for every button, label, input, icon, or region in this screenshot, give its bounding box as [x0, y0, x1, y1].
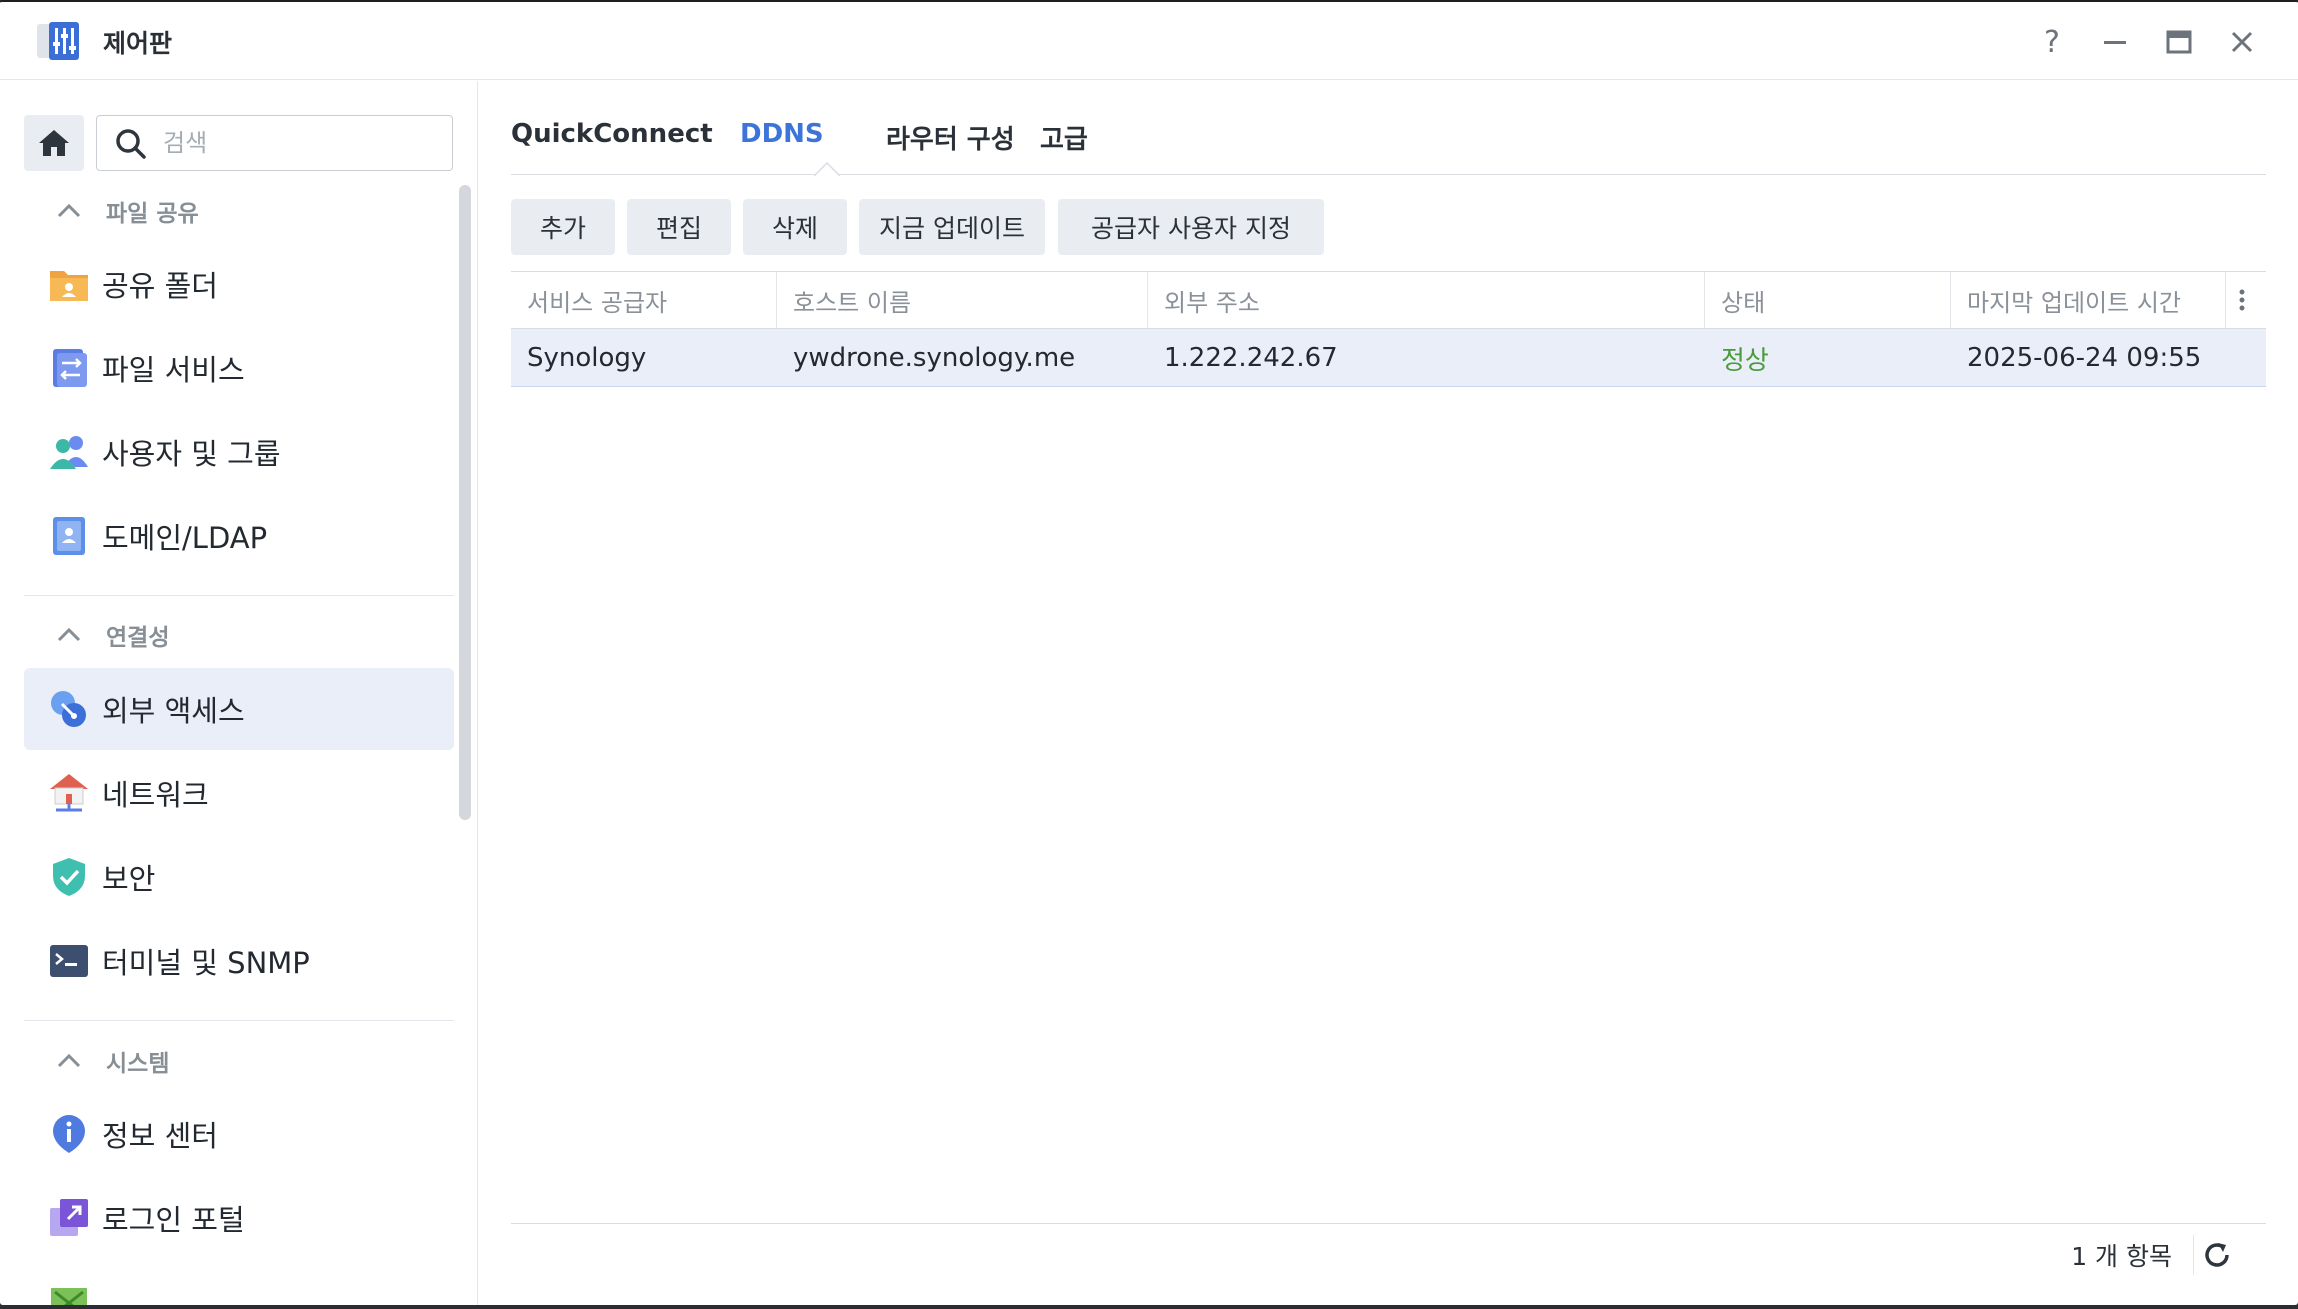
- item-count: 1 개 항목: [2071, 1242, 2172, 1271]
- sidebar-scrollbar[interactable]: [459, 185, 471, 820]
- add-button[interactable]: 추가: [511, 199, 615, 255]
- network-icon: [48, 772, 90, 814]
- control-panel-window: 제어판 ? 파일 공유: [0, 0, 2298, 1305]
- sidebar-item-login-portal[interactable]: 로그인 포털: [24, 1177, 454, 1259]
- sidebar-item-label: 사용자 및 그룹: [102, 437, 281, 471]
- help-icon[interactable]: ?: [2032, 22, 2072, 62]
- login-portal-icon: [48, 1197, 90, 1239]
- sidebar-item-security[interactable]: 보안: [24, 836, 454, 918]
- update-now-button[interactable]: 지금 업데이트: [859, 199, 1045, 255]
- control-panel-app-icon: [37, 22, 79, 60]
- column-header-external-address[interactable]: 외부 주소: [1148, 272, 1705, 328]
- column-options-icon[interactable]: [2226, 272, 2266, 328]
- file-services-icon: [48, 347, 90, 389]
- table-row[interactable]: Synology ywdrone.synology.me 1.222.242.6…: [511, 329, 2266, 387]
- cell-provider: Synology: [527, 343, 647, 373]
- refresh-icon: [2205, 1243, 2229, 1267]
- footer-divider: [511, 1223, 2266, 1224]
- section-connectivity[interactable]: 연결성: [56, 618, 169, 652]
- chevron-up-icon: [57, 627, 81, 642]
- maximize-icon[interactable]: [2159, 22, 2199, 62]
- sidebar-item-label: 네트워크: [102, 778, 209, 812]
- tab-quickconnect[interactable]: QuickConnect: [511, 119, 713, 149]
- cell-status: 정상: [1721, 345, 1769, 376]
- cell-hostname: ywdrone.synology.me: [793, 343, 1076, 373]
- sidebar-divider: [24, 1020, 454, 1021]
- section-title: 시스템: [106, 1051, 170, 1077]
- tab-advanced[interactable]: 고급: [1040, 119, 1088, 156]
- sidebar-item-file-services[interactable]: 파일 서비스: [24, 327, 454, 409]
- terminal-icon: [48, 940, 90, 982]
- window-title: 제어판: [103, 29, 173, 58]
- tab-ddns[interactable]: DDNS: [740, 119, 824, 149]
- sidebar-item-network[interactable]: 네트워크: [24, 752, 454, 834]
- sidebar-item-external-access[interactable]: 외부 액세스: [24, 668, 454, 750]
- customize-provider-button[interactable]: 공급자 사용자 지정: [1058, 199, 1324, 255]
- sidebar-item-shared-folder[interactable]: 공유 폴더: [24, 243, 454, 325]
- edit-button[interactable]: 편집: [627, 199, 731, 255]
- sidebar: 파일 공유 공유 폴더 파일 서비스 사용자 및 그룹 도메인/LDAP: [0, 81, 478, 1305]
- column-header-hostname[interactable]: 호스트 이름: [777, 272, 1148, 328]
- refresh-button[interactable]: [2195, 1233, 2239, 1277]
- home-button[interactable]: [24, 115, 84, 171]
- domain-ldap-icon: [48, 515, 90, 557]
- search-icon: [116, 129, 146, 159]
- cell-last-updated: 2025-06-24 09:55: [1967, 343, 2202, 373]
- sidebar-divider: [24, 595, 454, 596]
- sidebar-item-label: 터미널 및 SNMP: [102, 946, 310, 980]
- shared-folder-icon: [48, 263, 90, 305]
- main-panel: QuickConnect DDNS 라우터 구성 고급 추가 편집 삭제 지금 …: [479, 81, 2298, 1305]
- sidebar-item-terminal-snmp[interactable]: 터미널 및 SNMP: [24, 920, 454, 1002]
- sidebar-item-label: 로그인 포털: [102, 1203, 245, 1237]
- cell-external-address: 1.222.242.67: [1164, 343, 1338, 373]
- external-access-icon: [48, 688, 90, 730]
- search-field[interactable]: [96, 115, 453, 171]
- sidebar-item-label: 파일 서비스: [102, 353, 245, 387]
- footer-separator: [2193, 1235, 2194, 1275]
- sidebar-item-users-groups[interactable]: 사용자 및 그룹: [24, 411, 454, 493]
- security-shield-icon: [48, 856, 90, 898]
- close-icon[interactable]: [2222, 22, 2262, 62]
- sidebar-item-partial[interactable]: [24, 1261, 454, 1305]
- sidebar-item-label: 보안: [102, 862, 156, 896]
- minimize-icon[interactable]: [2095, 22, 2135, 62]
- sidebar-item-label: 공유 폴더: [102, 269, 218, 303]
- delete-button[interactable]: 삭제: [743, 199, 847, 255]
- table-header: 서비스 공급자 호스트 이름 외부 주소 상태 마지막 업데이트 시간: [511, 271, 2266, 329]
- sidebar-item-label: 정보 센터: [102, 1119, 218, 1153]
- sidebar-item-label: 외부 액세스: [102, 694, 245, 728]
- section-title: 파일 공유: [106, 201, 199, 227]
- title-bar: 제어판 ?: [0, 2, 2298, 80]
- chevron-up-icon: [57, 1053, 81, 1068]
- tab-bar: QuickConnect DDNS 라우터 구성 고급: [511, 81, 2266, 176]
- column-header-last-updated[interactable]: 마지막 업데이트 시간: [1951, 272, 2226, 328]
- users-groups-icon: [48, 431, 90, 473]
- sidebar-item-label: 도메인/LDAP: [102, 521, 268, 555]
- info-center-icon: [48, 1113, 90, 1155]
- chevron-up-icon: [57, 203, 81, 218]
- active-tab-indicator: [814, 162, 840, 176]
- section-title: 연결성: [106, 625, 170, 651]
- tab-router-config[interactable]: 라우터 구성: [886, 119, 1015, 156]
- regional-options-icon: [48, 1281, 90, 1305]
- sidebar-item-info-center[interactable]: 정보 센터: [24, 1093, 454, 1175]
- home-icon: [39, 130, 69, 156]
- sidebar-item-domain-ldap[interactable]: 도메인/LDAP: [24, 495, 454, 577]
- search-input[interactable]: [163, 124, 443, 162]
- section-file-sharing[interactable]: 파일 공유: [56, 194, 199, 228]
- column-header-provider[interactable]: 서비스 공급자: [511, 272, 777, 328]
- section-system[interactable]: 시스템: [56, 1044, 169, 1078]
- column-header-status[interactable]: 상태: [1705, 272, 1951, 328]
